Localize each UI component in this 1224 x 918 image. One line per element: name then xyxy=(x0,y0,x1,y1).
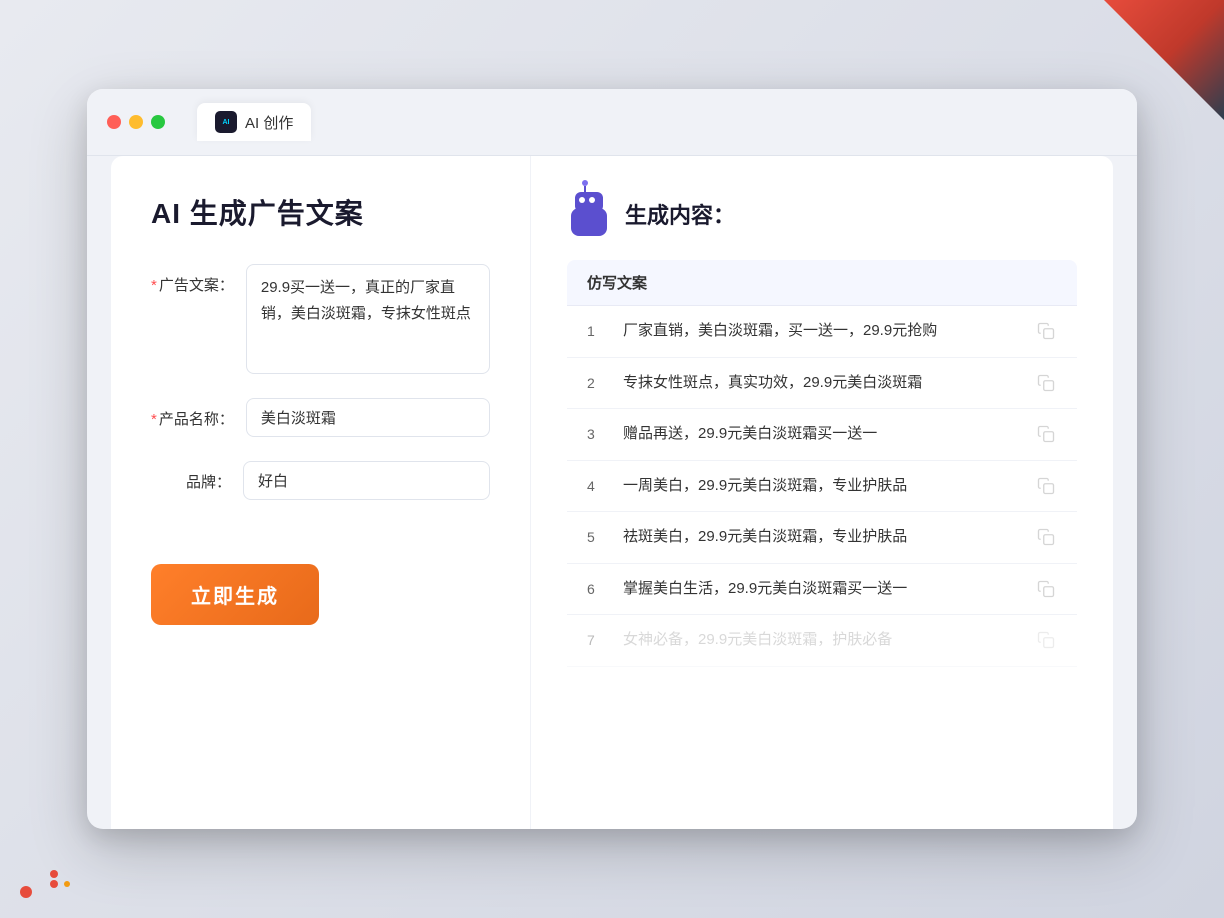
result-title: 生成内容： xyxy=(625,198,735,230)
table-row: 4 一周美白，29.9元美白淡斑霜，专业护肤品 xyxy=(567,461,1077,513)
row-number: 3 xyxy=(587,426,607,442)
row-content: 祛斑美白，29.9元美白淡斑霜，专业护肤品 xyxy=(623,526,1019,549)
main-content: AI 生成广告文案 *广告文案： 29.9买一送一，真正的厂家直销，美白淡斑霜，… xyxy=(111,156,1113,829)
row-content: 赠品再送，29.9元美白淡斑霜买一送一 xyxy=(623,423,1019,446)
row-number: 1 xyxy=(587,323,607,339)
table-body: 1 厂家直销，美白淡斑霜，买一送一，29.9元抢购 2 专抹女性斑点，真实功效，29… xyxy=(567,306,1077,667)
generate-button[interactable]: 立即生成 xyxy=(151,564,319,625)
copy-icon[interactable] xyxy=(1035,629,1057,651)
deco-dots xyxy=(50,880,70,888)
deco-corner-bottom-left xyxy=(0,838,80,918)
copy-icon[interactable] xyxy=(1035,475,1057,497)
copy-icon[interactable] xyxy=(1035,372,1057,394)
copy-icon[interactable] xyxy=(1035,423,1057,445)
browser-tab[interactable]: AI 创作 xyxy=(197,103,311,141)
product-name-input[interactable] xyxy=(246,398,490,437)
row-number: 7 xyxy=(587,632,607,648)
row-number: 2 xyxy=(587,375,607,391)
result-table: 仿写文案 1 厂家直销，美白淡斑霜，买一送一，29.9元抢购 2 专抹女性斑点，真实… xyxy=(567,260,1077,807)
row-number: 6 xyxy=(587,581,607,597)
browser-window: AI 创作 AI 生成广告文案 *广告文案： 29.9买一送一，真正的厂家直销，… xyxy=(87,89,1137,829)
row-content: 一周美白，29.9元美白淡斑霜，专业护肤品 xyxy=(623,475,1019,498)
row-content: 女神必备，29.9元美白淡斑霜，护肤必备 xyxy=(623,629,1019,652)
left-panel: AI 生成广告文案 *广告文案： 29.9买一送一，真正的厂家直销，美白淡斑霜，… xyxy=(111,156,531,829)
result-header: 生成内容： xyxy=(567,192,1077,236)
table-row: 2 专抹女性斑点，真实功效，29.9元美白淡斑霜 xyxy=(567,358,1077,410)
table-row: 7 女神必备，29.9元美白淡斑霜，护肤必备 xyxy=(567,615,1077,667)
traffic-light-red[interactable] xyxy=(107,115,121,129)
product-name-required: * xyxy=(151,411,157,428)
table-row: 1 厂家直销，美白淡斑霜，买一送一，29.9元抢购 xyxy=(567,306,1077,358)
tab-icon xyxy=(215,111,237,133)
copy-icon[interactable] xyxy=(1035,578,1057,600)
ad-copy-input[interactable]: 29.9买一送一，真正的厂家直销，美白淡斑霜，专抹女性斑点 xyxy=(246,264,490,374)
row-content: 专抹女性斑点，真实功效，29.9元美白淡斑霜 xyxy=(623,372,1019,395)
ad-copy-group: *广告文案： 29.9买一送一，真正的厂家直销，美白淡斑霜，专抹女性斑点 xyxy=(151,264,490,374)
copy-icon[interactable] xyxy=(1035,320,1057,342)
title-bar: AI 创作 xyxy=(87,89,1137,156)
brand-group: 品牌： xyxy=(151,461,490,500)
right-panel: 生成内容： 仿写文案 1 厂家直销，美白淡斑霜，买一送一，29.9元抢购 2 专抹女… xyxy=(531,156,1113,829)
table-row: 3 赠品再送，29.9元美白淡斑霜买一送一 xyxy=(567,409,1077,461)
deco-dot-2 xyxy=(64,881,70,887)
row-content: 厂家直销，美白淡斑霜，买一送一，29.9元抢购 xyxy=(623,320,1019,343)
traffic-light-green[interactable] xyxy=(151,115,165,129)
ad-copy-label: *广告文案： xyxy=(151,264,234,295)
robot-body xyxy=(571,208,607,236)
deco-dot-1 xyxy=(50,880,58,888)
robot-icon xyxy=(567,192,611,236)
row-number: 4 xyxy=(587,478,607,494)
table-header: 仿写文案 xyxy=(567,260,1077,306)
page-title: AI 生成广告文案 xyxy=(151,192,490,232)
table-row: 5 祛斑美白，29.9元美白淡斑霜，专业护肤品 xyxy=(567,512,1077,564)
ad-copy-required: * xyxy=(151,277,157,294)
traffic-light-yellow[interactable] xyxy=(129,115,143,129)
product-name-label: *产品名称： xyxy=(151,398,234,429)
table-row: 6 掌握美白生活，29.9元美白淡斑霜买一送一 xyxy=(567,564,1077,616)
row-number: 5 xyxy=(587,529,607,545)
traffic-lights xyxy=(107,115,165,129)
brand-label: 品牌： xyxy=(151,461,231,492)
tab-label: AI 创作 xyxy=(245,112,293,133)
copy-icon[interactable] xyxy=(1035,526,1057,548)
row-content: 掌握美白生活，29.9元美白淡斑霜买一送一 xyxy=(623,578,1019,601)
product-name-group: *产品名称： xyxy=(151,398,490,437)
brand-input[interactable] xyxy=(243,461,490,500)
